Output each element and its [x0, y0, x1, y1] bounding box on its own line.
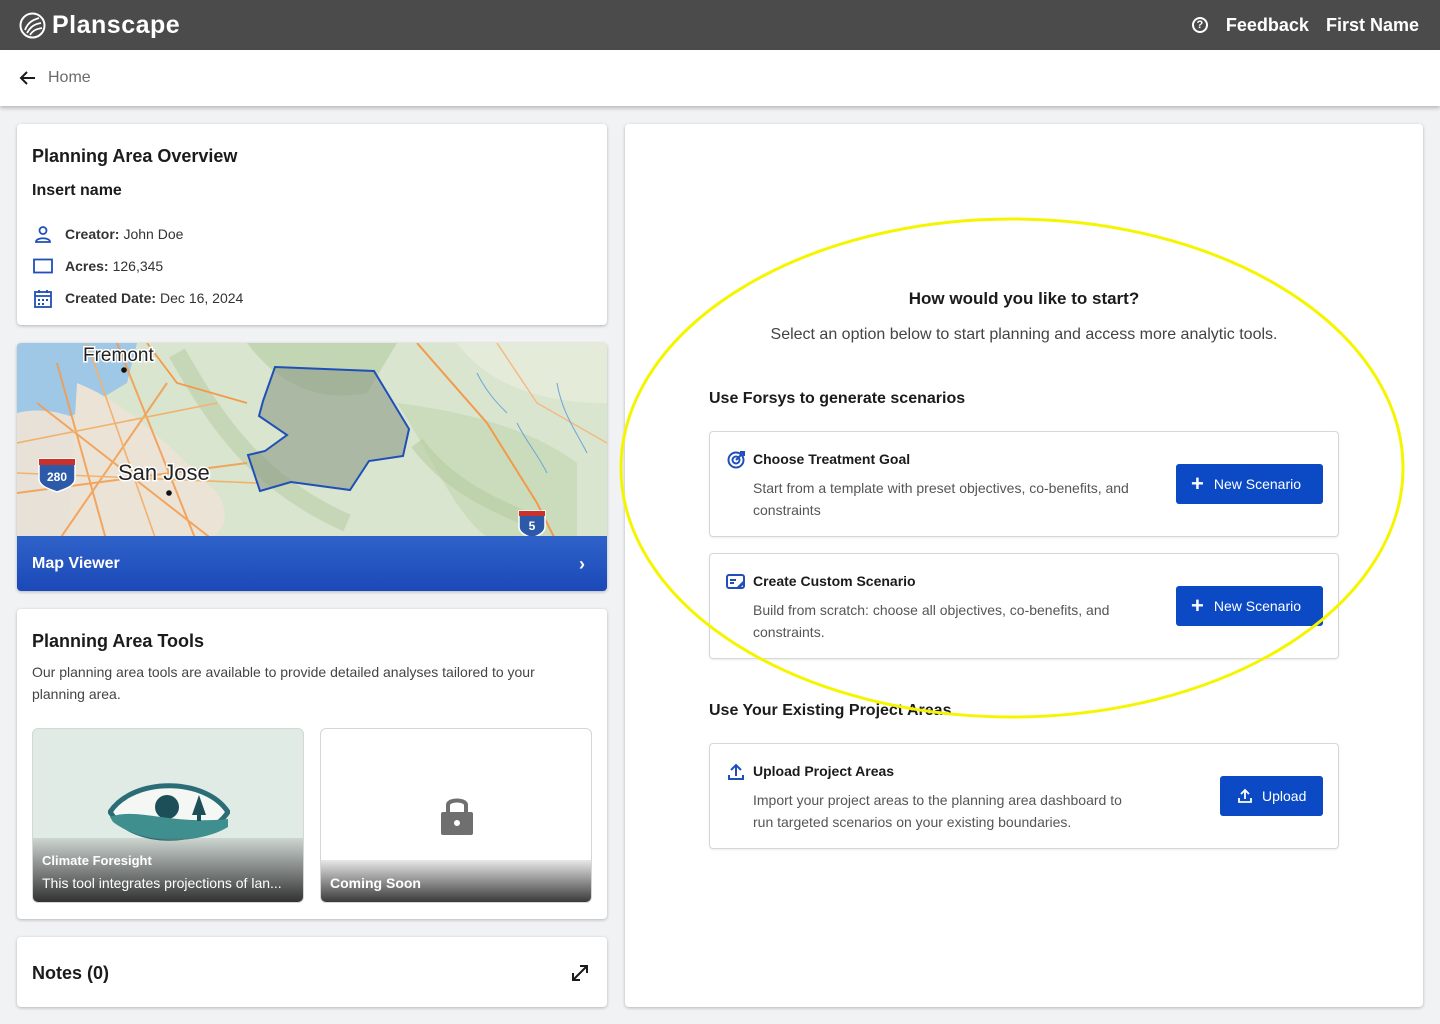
expand-icon[interactable]: [569, 962, 591, 984]
acres-label: Acres:: [65, 258, 109, 274]
coming-soon-label: Coming Soon: [330, 875, 421, 891]
person-icon: [33, 224, 53, 244]
climate-foresight-logo-icon: [108, 783, 230, 841]
upload-project-areas-option: Upload Project Areas Import your project…: [709, 743, 1339, 849]
start-title: How would you like to start?: [908, 289, 1140, 308]
created-date-row: Created Date: Dec 16, 2024: [33, 288, 243, 308]
rectangle-icon: [33, 256, 53, 276]
breadcrumb-home[interactable]: Home: [48, 69, 91, 87]
climate-foresight-title: Climate Foresight: [42, 853, 152, 868]
map-viewer-footer[interactable]: Map Viewer ›: [17, 536, 607, 591]
arrow-left-icon[interactable]: [18, 68, 38, 88]
plus-icon: +: [1191, 593, 1204, 618]
acres-value: 126,345: [112, 258, 164, 274]
climate-foresight-tile[interactable]: Climate Foresight This tool integrates p…: [32, 728, 304, 903]
feedback-link[interactable]: Feedback: [1226, 15, 1309, 36]
map-shield-280-text: 280: [47, 470, 67, 484]
new-scenario-goal-button[interactable]: + New Scenario: [1176, 464, 1323, 504]
overview-title: Planning Area Overview: [32, 146, 238, 166]
creator-label: Creator:: [65, 226, 120, 242]
map-viewer-label: Map Viewer: [32, 554, 120, 572]
user-menu[interactable]: First Name: [1326, 15, 1419, 36]
new-scenario-custom-button[interactable]: + New Scenario: [1176, 586, 1323, 626]
tile-overlay: [33, 838, 303, 902]
treatment-goal-description: Start from a template with preset object…: [753, 480, 1129, 518]
tools-description: Our planning area tools are available to…: [32, 664, 535, 702]
planning-area-tools-card: Planning Area Tools Our planning area to…: [17, 609, 607, 919]
upload-project-areas-title: Upload Project Areas: [753, 763, 895, 779]
app-name: Planscape: [52, 11, 181, 39]
start-options-panel: How would you like to start? Select an o…: [625, 124, 1423, 1007]
existing-areas-section-title: Use Your Existing Project Areas: [709, 702, 952, 719]
creator-value: John Doe: [123, 226, 184, 242]
tools-title: Planning Area Tools: [32, 631, 205, 651]
coming-soon-tile: Coming Soon: [320, 728, 592, 903]
created-date-value: Dec 16, 2024: [160, 290, 244, 306]
upload-label: Upload: [1262, 788, 1307, 804]
help-circle-icon[interactable]: ?: [1191, 17, 1208, 33]
planning-area-name: Insert name: [32, 182, 122, 199]
start-subtitle: Select an option below to start planning…: [770, 326, 1278, 343]
top-bar: Planscape ? Feedback First Name: [0, 0, 1440, 50]
notes-card[interactable]: Notes (0): [17, 937, 607, 1007]
calendar-icon: [33, 288, 53, 308]
notes-title: Notes (0): [32, 963, 110, 983]
map-label-san-jose: San Jose: [118, 460, 210, 485]
breadcrumb-bar: Home: [0, 50, 1440, 106]
map-label-fremont: Fremont: [83, 345, 154, 366]
new-scenario-label: New Scenario: [1213, 476, 1302, 492]
custom-scenario-description: Build from scratch: choose all objective…: [753, 602, 1110, 640]
target-icon: [727, 451, 745, 469]
upload-icon: [1238, 788, 1252, 803]
new-scenario-label: New Scenario: [1213, 598, 1302, 614]
planning-area-overview-card: Planning Area Overview Insert name Creat…: [17, 124, 607, 325]
map-viewer-card[interactable]: Fremont San Jose 280 5 Map Viewer ›: [17, 343, 607, 591]
upload-button[interactable]: Upload: [1220, 776, 1323, 816]
custom-scenario-title: Create Custom Scenario: [753, 573, 916, 589]
forsys-section-title: Use Forsys to generate scenarios: [709, 390, 966, 407]
upload-icon: [728, 763, 744, 780]
map-shield-5-text: 5: [529, 519, 536, 533]
chevron-right-icon[interactable]: ›: [579, 554, 585, 575]
app-logo[interactable]: Planscape: [19, 11, 180, 40]
treatment-goal-title: Choose Treatment Goal: [753, 451, 911, 467]
planscape-logo-icon: [19, 12, 46, 39]
lock-icon: [441, 798, 473, 835]
plus-icon: +: [1191, 471, 1204, 496]
creator-row: Creator: John Doe: [33, 224, 183, 244]
treatment-goal-option: Choose Treatment Goal Start from a templ…: [709, 431, 1339, 537]
top-nav: ? Feedback First Name: [1191, 0, 1419, 50]
upload-project-areas-description: Import your project areas to the plannin…: [753, 792, 1122, 830]
acres-row: Acres: 126,345: [33, 256, 163, 276]
climate-foresight-description: This tool integrates projections of lan.…: [42, 875, 282, 891]
custom-scenario-option: Create Custom Scenario Build from scratc…: [709, 553, 1339, 659]
created-date-label: Created Date:: [65, 290, 157, 306]
custom-edit-icon: [726, 574, 745, 589]
